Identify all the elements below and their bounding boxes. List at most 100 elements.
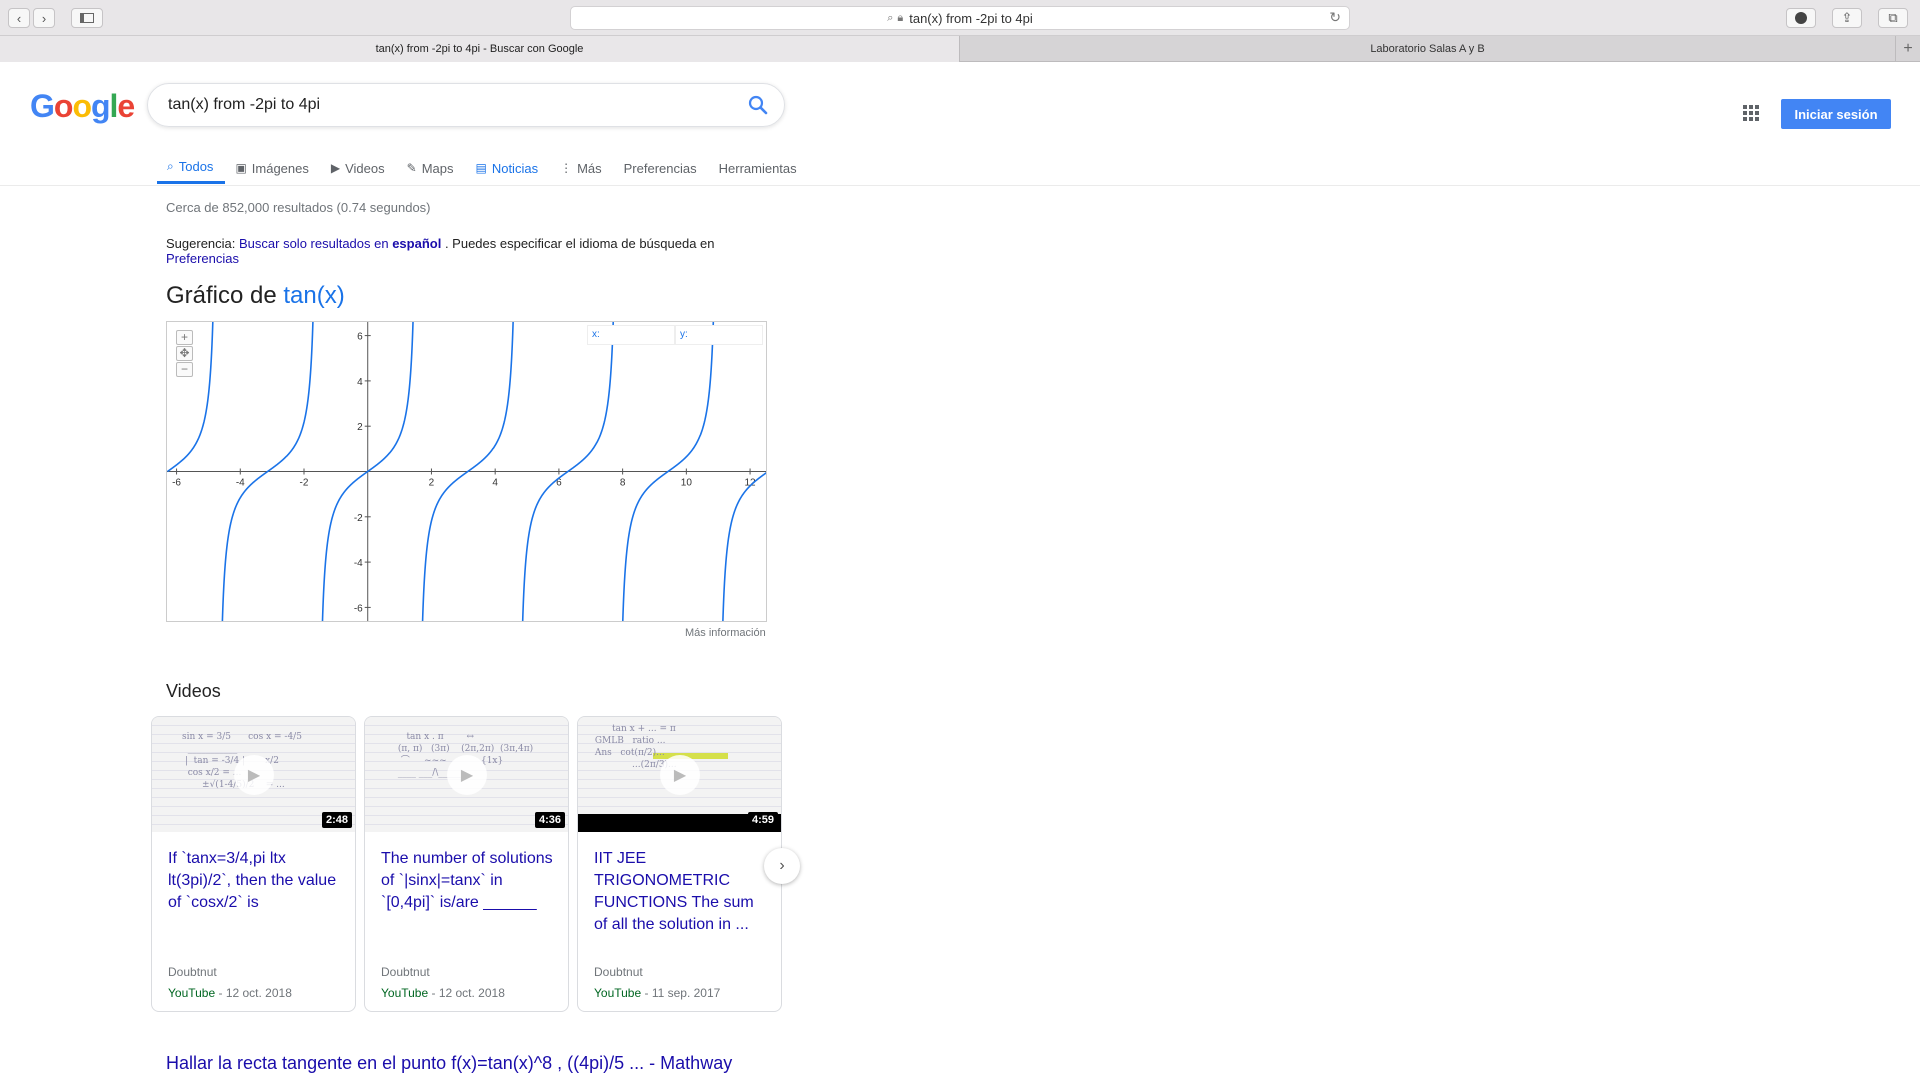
play-icon: ▶ (234, 755, 274, 795)
browser-toolbar: ‹ › ⌕ 🔒︎ tan(x) from -2pi to 4pi ↻ ⇪ ⧉ (0, 0, 1920, 36)
map-icon: ✎ (406, 161, 417, 175)
tab-preferencias[interactable]: Preferencias (614, 152, 709, 184)
chevron-right-icon: › (41, 10, 47, 26)
downloads-button[interactable] (1786, 8, 1816, 28)
y-tick-label: 4 (357, 377, 363, 388)
x-tick-label: -6 (172, 478, 181, 489)
y-tick-label: 6 (357, 332, 363, 343)
preferences-link[interactable]: Preferencias (166, 251, 239, 266)
result-stats: Cerca de 852,000 resultados (0.74 segund… (166, 200, 431, 215)
x-tick-label: 12 (745, 478, 757, 489)
address-bar[interactable]: ⌕ 🔒︎ tan(x) from -2pi to 4pi ↻ (570, 6, 1350, 30)
x-tick-label: -2 (300, 478, 309, 489)
back-button[interactable]: ‹ (8, 8, 30, 28)
address-text: tan(x) from -2pi to 4pi (909, 10, 1033, 26)
video-thumbnail[interactable]: tan x . π ↔ (π, π) (3π) (2π,2π) (3π,4π) … (365, 717, 568, 832)
y-tick-label: -4 (354, 558, 363, 569)
coordinate-readout: x: y: (587, 325, 763, 345)
zoom-out-button[interactable]: − (176, 362, 193, 377)
search-input[interactable] (168, 96, 728, 114)
plus-icon: + (1903, 40, 1913, 57)
chevron-right-icon: › (779, 857, 785, 874)
zoom-controls: + ✥ − (176, 330, 193, 377)
sidebar-button[interactable] (71, 8, 103, 28)
tab-todos[interactable]: ⌕ Todos (157, 152, 226, 184)
video-title[interactable]: IIT JEE TRIGONOMETRIC FUNCTIONS The sum … (594, 848, 770, 936)
sidebar-icon (80, 13, 94, 23)
magnifier-icon: ⌕ (887, 11, 894, 24)
video-duration: 2:48 (321, 812, 352, 828)
new-tab-button[interactable]: + (1895, 36, 1920, 62)
forward-button[interactable]: › (33, 8, 55, 28)
chevron-left-icon: ‹ (16, 10, 22, 26)
tabs-overview-button[interactable]: ⧉ (1878, 8, 1908, 28)
graph-title: Gráfico de tan(x) (166, 282, 345, 309)
pan-button[interactable]: ✥ (176, 346, 193, 361)
video-meta: YouTube - 12 oct. 2018 (168, 986, 292, 1000)
y-readout: y: (675, 325, 763, 345)
tabs-icon: ⧉ (1888, 10, 1898, 25)
y-tick-label: 2 (357, 422, 363, 433)
share-button[interactable]: ⇪ (1832, 8, 1862, 28)
news-icon: ▤ (475, 161, 487, 175)
tab-label: Laboratorio Salas A y B (1370, 43, 1485, 55)
tab-label: tan(x) from -2pi to 4pi - Buscar con Goo… (375, 43, 584, 55)
function-graph[interactable]: -6 -4 -2 2 4 6 8 10 12 6 4 2 -2 -4 -6 + ✥ − x: y: (166, 321, 767, 622)
video-icon: ▶ (330, 161, 341, 175)
share-icon: ⇪ (1841, 10, 1853, 25)
apps-grid-icon[interactable] (1743, 105, 1759, 121)
zoom-in-button[interactable]: + (176, 330, 193, 345)
carousel-next-button[interactable]: › (764, 848, 800, 884)
tab-google-search[interactable]: tan(x) from -2pi to 4pi - Buscar con Goo… (0, 36, 960, 62)
video-channel: Doubtnut (381, 965, 430, 979)
video-duration: 4:36 (534, 812, 565, 828)
graph-canvas[interactable]: -6 -4 -2 2 4 6 8 10 12642-2-4-6 (167, 322, 766, 621)
video-card[interactable]: tan x . π ↔ (π, π) (3π) (2π,2π) (3π,4π) … (364, 716, 569, 1012)
search-icon: ⌕ (167, 159, 174, 173)
video-meta: YouTube - 11 sep. 2017 (594, 986, 721, 1000)
video-title[interactable]: If `tanx=3/4,pi ltx lt(3pi)/2`, then the… (168, 848, 344, 914)
tab-strip: tan(x) from -2pi to 4pi - Buscar con Goo… (0, 36, 1920, 62)
google-logo[interactable]: Google (30, 88, 135, 125)
image-icon: ▣ (235, 161, 247, 175)
spanish-results-link[interactable]: Buscar solo resultados en español (239, 236, 441, 251)
x-tick-label: 4 (492, 478, 498, 489)
tab-laboratorio[interactable]: Laboratorio Salas A y B (960, 36, 1895, 62)
search-box (147, 83, 785, 127)
y-tick-label: -6 (354, 603, 363, 614)
video-channel: Doubtnut (594, 965, 643, 979)
x-tick-label: -4 (236, 478, 245, 489)
x-tick-label: 8 (620, 478, 626, 489)
x-tick-label: 10 (681, 478, 693, 489)
tab-noticias[interactable]: ▤ Noticias (465, 152, 550, 184)
download-icon (1795, 12, 1807, 24)
x-tick-label: 2 (429, 478, 435, 489)
video-card[interactable]: sin x = 3/5 cos x = -4/5 ___________ | t… (151, 716, 356, 1012)
tab-imagenes[interactable]: ▣ Imágenes (225, 152, 320, 184)
video-title[interactable]: The number of solutions of `|sinx|=tanx`… (381, 848, 557, 914)
more-icon: ⋮ (560, 161, 573, 175)
video-card[interactable]: tan x + ... = π GMLB ratio ... Ans cot(π… (577, 716, 782, 1012)
graph-function[interactable]: tan(x) (283, 282, 344, 309)
videos-heading: Videos (166, 681, 221, 701)
tab-videos[interactable]: ▶ Videos (321, 152, 397, 184)
video-thumbnail[interactable]: tan x + ... = π GMLB ratio ... Ans cot(π… (578, 717, 781, 832)
video-channel: Doubtnut (168, 965, 217, 979)
tab-mas[interactable]: ⋮ Más (550, 152, 614, 184)
play-icon: ▶ (447, 755, 487, 795)
tab-herramientas[interactable]: Herramientas (709, 152, 809, 184)
nav-divider (0, 185, 1920, 186)
video-duration: 4:59 (747, 812, 778, 828)
reload-icon[interactable]: ↻ (1329, 9, 1341, 26)
y-tick-label: -2 (354, 513, 363, 524)
x-readout: x: (587, 325, 675, 345)
video-thumbnail[interactable]: sin x = 3/5 cos x = -4/5 ___________ | t… (152, 717, 355, 832)
search-nav: ⌕ Todos ▣ Imágenes ▶ Videos ✎ Maps ▤ Noticias… (157, 152, 809, 184)
lock-icon: 🔒︎ (897, 11, 904, 24)
more-info-link[interactable]: Más información (685, 627, 766, 639)
video-meta: YouTube - 12 oct. 2018 (381, 986, 505, 1000)
signin-button[interactable]: Iniciar sesión (1781, 99, 1891, 129)
search-result-title[interactable]: Hallar la recta tangente en el punto f(x… (166, 1053, 732, 1074)
tab-maps[interactable]: ✎ Maps (397, 152, 466, 184)
search-icon[interactable] (748, 95, 768, 120)
